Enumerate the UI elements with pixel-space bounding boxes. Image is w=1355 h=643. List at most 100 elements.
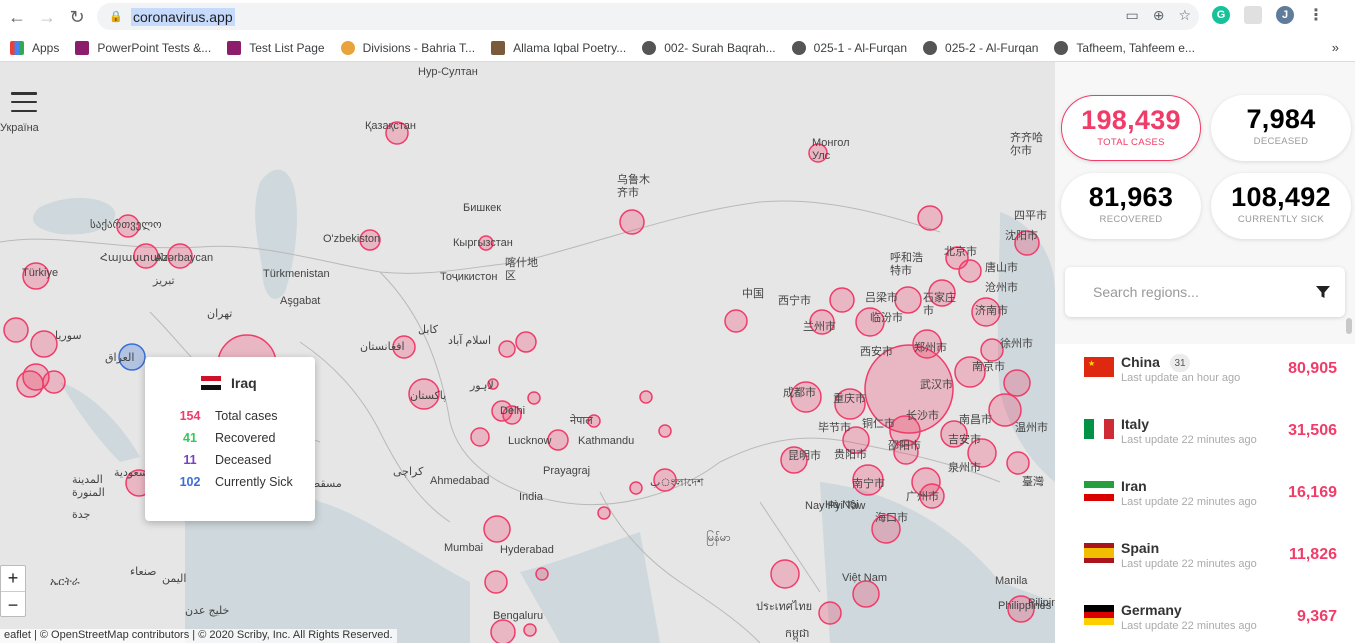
zoom-out-button[interactable]: − bbox=[1, 592, 25, 618]
country-list: ★ China Last update an hour ago 80,905 31 Ita… bbox=[1055, 344, 1355, 643]
map-place-label: Тоҷикистон bbox=[440, 271, 498, 283]
map-place-label: Kathmandu bbox=[578, 435, 635, 447]
profile-avatar[interactable]: J bbox=[1276, 6, 1294, 24]
reload-icon[interactable]: ↻ bbox=[64, 4, 90, 30]
menu-hamburger-icon[interactable] bbox=[11, 92, 37, 112]
star-icon[interactable]: ☆ bbox=[1178, 7, 1191, 24]
case-bubble[interactable] bbox=[470, 427, 490, 447]
case-bubble[interactable] bbox=[498, 340, 516, 358]
bookmark-item[interactable]: 002- Surah Baqrah... bbox=[642, 40, 776, 55]
forward-icon[interactable]: → bbox=[34, 4, 60, 30]
add-icon[interactable]: ⊕ bbox=[1153, 7, 1165, 24]
case-bubble[interactable] bbox=[639, 390, 653, 404]
currently-sick-value: 108,492 bbox=[1231, 182, 1331, 212]
country-row-germany[interactable]: Germany Last update 22 minutes ago 9,367 bbox=[1055, 594, 1355, 643]
lock-icon: 🔒 bbox=[109, 11, 123, 23]
address-bar[interactable]: 🔒 coronavirus.app ▭ ⊕ ☆ bbox=[97, 3, 1199, 30]
extension-icon[interactable] bbox=[1244, 6, 1262, 24]
map-place-label: جدة bbox=[72, 509, 91, 521]
case-bubble[interactable] bbox=[523, 623, 537, 637]
bookmark-item[interactable]: Allama Iqbal Poetry... bbox=[491, 40, 626, 55]
case-bubble[interactable] bbox=[1006, 451, 1030, 475]
bookmark-apps[interactable]: Apps bbox=[10, 40, 59, 55]
map-place-label: 毕节市 bbox=[818, 422, 851, 434]
case-bubble[interactable] bbox=[894, 286, 922, 314]
total-cases-value: 198,439 bbox=[1081, 105, 1181, 135]
map-place-label: 徐州市 bbox=[1000, 338, 1033, 350]
bookmark-item[interactable]: 025-1 - Al-Furqan bbox=[791, 40, 907, 55]
cast-icon[interactable]: ▭ bbox=[1125, 7, 1138, 24]
country-case-count: 16,169 bbox=[1288, 484, 1337, 501]
map-place-label: Lucknow bbox=[508, 435, 552, 447]
case-bubble[interactable] bbox=[42, 370, 66, 394]
popup-stat-row: 154 Total cases bbox=[165, 405, 315, 427]
case-bubble[interactable] bbox=[658, 424, 672, 438]
zoom-in-button[interactable]: + bbox=[1, 566, 25, 592]
case-bubble[interactable] bbox=[619, 209, 645, 235]
site-icon bbox=[491, 40, 506, 55]
case-bubble[interactable] bbox=[724, 309, 748, 333]
spain-flag-icon bbox=[1084, 543, 1114, 563]
filter-icon[interactable] bbox=[1315, 284, 1331, 300]
map-place-label: 兰州市 bbox=[803, 321, 836, 333]
case-bubble[interactable] bbox=[3, 317, 29, 343]
globe-icon bbox=[923, 40, 938, 55]
map-place-label: 重庆市 bbox=[833, 393, 866, 405]
case-bubble[interactable] bbox=[483, 515, 511, 543]
case-bubble[interactable] bbox=[515, 331, 537, 353]
arabian-sea-2 bbox=[320, 502, 470, 643]
case-bubble[interactable] bbox=[597, 506, 611, 520]
map-view[interactable]: Нур-Султан Україна Қазақстан Монгол Улс 乌鲁木 … bbox=[0, 62, 1055, 643]
grammarly-icon[interactable]: G bbox=[1212, 6, 1230, 24]
map-place-label: O'zbekiston bbox=[323, 233, 381, 245]
case-bubble[interactable] bbox=[917, 205, 943, 231]
map-place-label: Pilipinas bbox=[1028, 597, 1055, 609]
country-row-china[interactable]: ★ China Last update an hour ago 80,905 31 bbox=[1055, 346, 1355, 408]
country-name: China bbox=[1121, 354, 1160, 370]
map-place-label: 铜仁市 bbox=[862, 418, 895, 430]
back-icon[interactable]: ← bbox=[4, 4, 30, 30]
country-row-spain[interactable]: Spain Last update 22 minutes ago 11,826 bbox=[1055, 532, 1355, 594]
case-bubble[interactable] bbox=[1003, 369, 1031, 397]
case-bubble[interactable] bbox=[958, 259, 982, 283]
bookmark-item[interactable]: Divisions - Bahria T... bbox=[340, 40, 475, 55]
site-icon bbox=[340, 40, 355, 55]
case-bubble[interactable] bbox=[484, 570, 508, 594]
map-place-label: Manila bbox=[995, 575, 1028, 587]
case-bubble[interactable] bbox=[818, 601, 842, 625]
case-bubble[interactable] bbox=[30, 330, 58, 358]
map-place-label: 喀什地 区 bbox=[505, 257, 538, 282]
case-bubble[interactable] bbox=[527, 391, 541, 405]
bookmarks-overflow-icon[interactable]: » bbox=[1332, 40, 1339, 55]
country-row-italy[interactable]: Italy Last update 22 minutes ago 31,506 bbox=[1055, 408, 1355, 470]
map-place-label: صنعاء bbox=[130, 566, 157, 578]
apps-grid-icon bbox=[10, 40, 24, 55]
case-bubble[interactable] bbox=[16, 370, 44, 398]
bookmark-item[interactable]: Test List Page bbox=[227, 40, 325, 55]
country-row-iran[interactable]: Iran Last update 22 minutes ago 16,169 bbox=[1055, 470, 1355, 532]
country-case-count: 9,367 bbox=[1296, 608, 1337, 625]
bookmark-item[interactable]: PowerPoint Tests &... bbox=[75, 40, 211, 55]
map-place-label: Prayagraj bbox=[543, 465, 591, 477]
search-box bbox=[1065, 267, 1345, 317]
bookmark-item[interactable]: Tafheem, Tahfeem e... bbox=[1054, 40, 1195, 55]
map-place-label: 成都市 bbox=[783, 387, 816, 399]
map-place-label: 南京市 bbox=[972, 361, 1005, 373]
case-bubble[interactable] bbox=[829, 287, 855, 313]
popup-stat-label: Recovered bbox=[215, 431, 276, 445]
scrollbar[interactable] bbox=[1346, 318, 1352, 334]
url-text[interactable]: coronavirus.app bbox=[131, 7, 235, 26]
case-bubble[interactable] bbox=[629, 481, 643, 495]
case-bubble[interactable] bbox=[490, 619, 516, 643]
case-bubble[interactable] bbox=[535, 567, 549, 581]
search-input[interactable] bbox=[1093, 281, 1293, 303]
popup-stat-label: Deceased bbox=[215, 453, 272, 467]
iran-flag-icon bbox=[1084, 481, 1114, 502]
map-place-label: 中国 bbox=[742, 288, 764, 300]
map-place-label: Türkmenistan bbox=[263, 268, 330, 280]
case-bubble[interactable] bbox=[770, 559, 800, 589]
menu-dots-icon[interactable]: ⋮ bbox=[1308, 5, 1324, 25]
bookmark-item[interactable]: 025-2 - Al-Furqan bbox=[923, 40, 1038, 55]
map-place-label: تهران bbox=[207, 308, 233, 320]
map-place-label: بংলাদেশ bbox=[650, 477, 704, 489]
